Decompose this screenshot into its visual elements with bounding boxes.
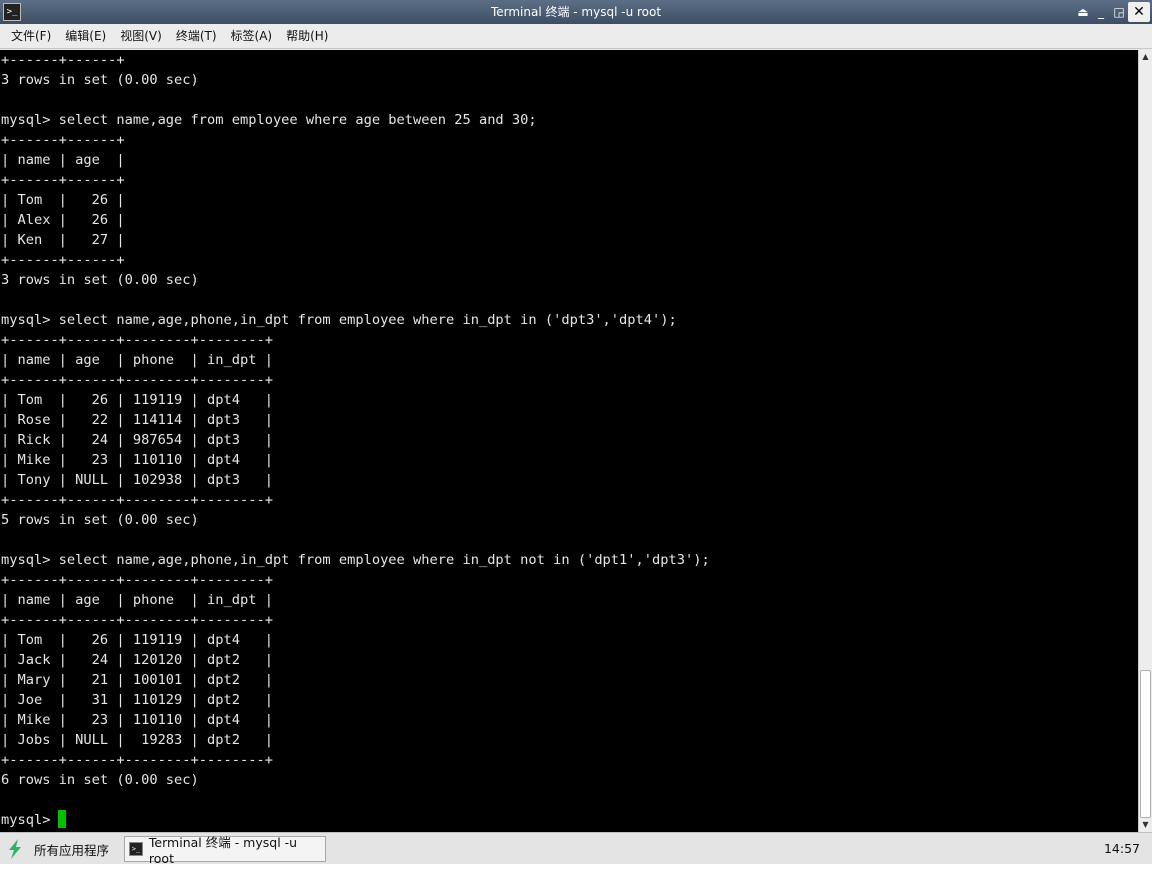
menu-file[interactable]: 文件(F): [4, 24, 58, 49]
menu-view[interactable]: 视图(V): [113, 24, 169, 49]
taskbar-window-label: Terminal 终端 - mysql -u root: [148, 835, 298, 866]
terminal-area[interactable]: +------+------+ 3 rows in set (0.00 sec)…: [0, 50, 1138, 832]
start-menu-label: 所有应用程序: [34, 842, 110, 858]
clock[interactable]: 14:57: [1104, 833, 1140, 864]
terminal-history: +------+------+ 3 rows in set (0.00 sec)…: [1, 52, 710, 788]
window-controls: ⏏ _ ◲ ✕: [1074, 2, 1150, 22]
terminal-cursor: [58, 810, 67, 828]
prompt-label: mysql>: [1, 812, 51, 828]
desktop-strip: [0, 864, 1152, 896]
taskbar: 所有应用程序 >_ Terminal 终端 - mysql -u root 14…: [0, 832, 1152, 866]
leaf-logo-icon: [9, 839, 21, 859]
window-title: Terminal 终端 - mysql -u root: [490, 5, 662, 19]
terminal-task-icon: >_: [129, 842, 143, 856]
menu-terminal[interactable]: 终端(T): [169, 24, 224, 49]
menubar: 文件(F) 编辑(E) 视图(V) 终端(T) 标签(A) 帮助(H): [0, 24, 1152, 49]
menu-help[interactable]: 帮助(H): [279, 24, 335, 49]
scroll-thumb[interactable]: [1140, 670, 1151, 818]
scroll-up-icon[interactable]: ▲: [1139, 51, 1152, 63]
shade-icon[interactable]: ⏏: [1074, 2, 1092, 22]
menu-edit[interactable]: 编辑(E): [58, 24, 113, 49]
terminal-output: +------+------+ 3 rows in set (0.00 sec)…: [0, 50, 1138, 830]
terminal-scrollbar[interactable]: ▲ ▼: [1138, 50, 1152, 832]
scroll-down-icon[interactable]: ▼: [1139, 819, 1152, 831]
start-menu-button[interactable]: 所有应用程序: [6, 837, 109, 861]
taskbar-terminal-window[interactable]: >_ Terminal 终端 - mysql -u root: [124, 835, 326, 866]
prompt-line[interactable]: mysql>: [1, 810, 1138, 830]
close-icon[interactable]: ✕: [1128, 2, 1150, 22]
maximize-icon[interactable]: ◲: [1110, 2, 1128, 22]
minimize-icon[interactable]: _: [1092, 2, 1110, 22]
menu-tabs[interactable]: 标签(A): [224, 24, 280, 49]
window-titlebar[interactable]: >_ Terminal 终端 - mysql -u root ⏏ _ ◲ ✕: [0, 0, 1152, 24]
